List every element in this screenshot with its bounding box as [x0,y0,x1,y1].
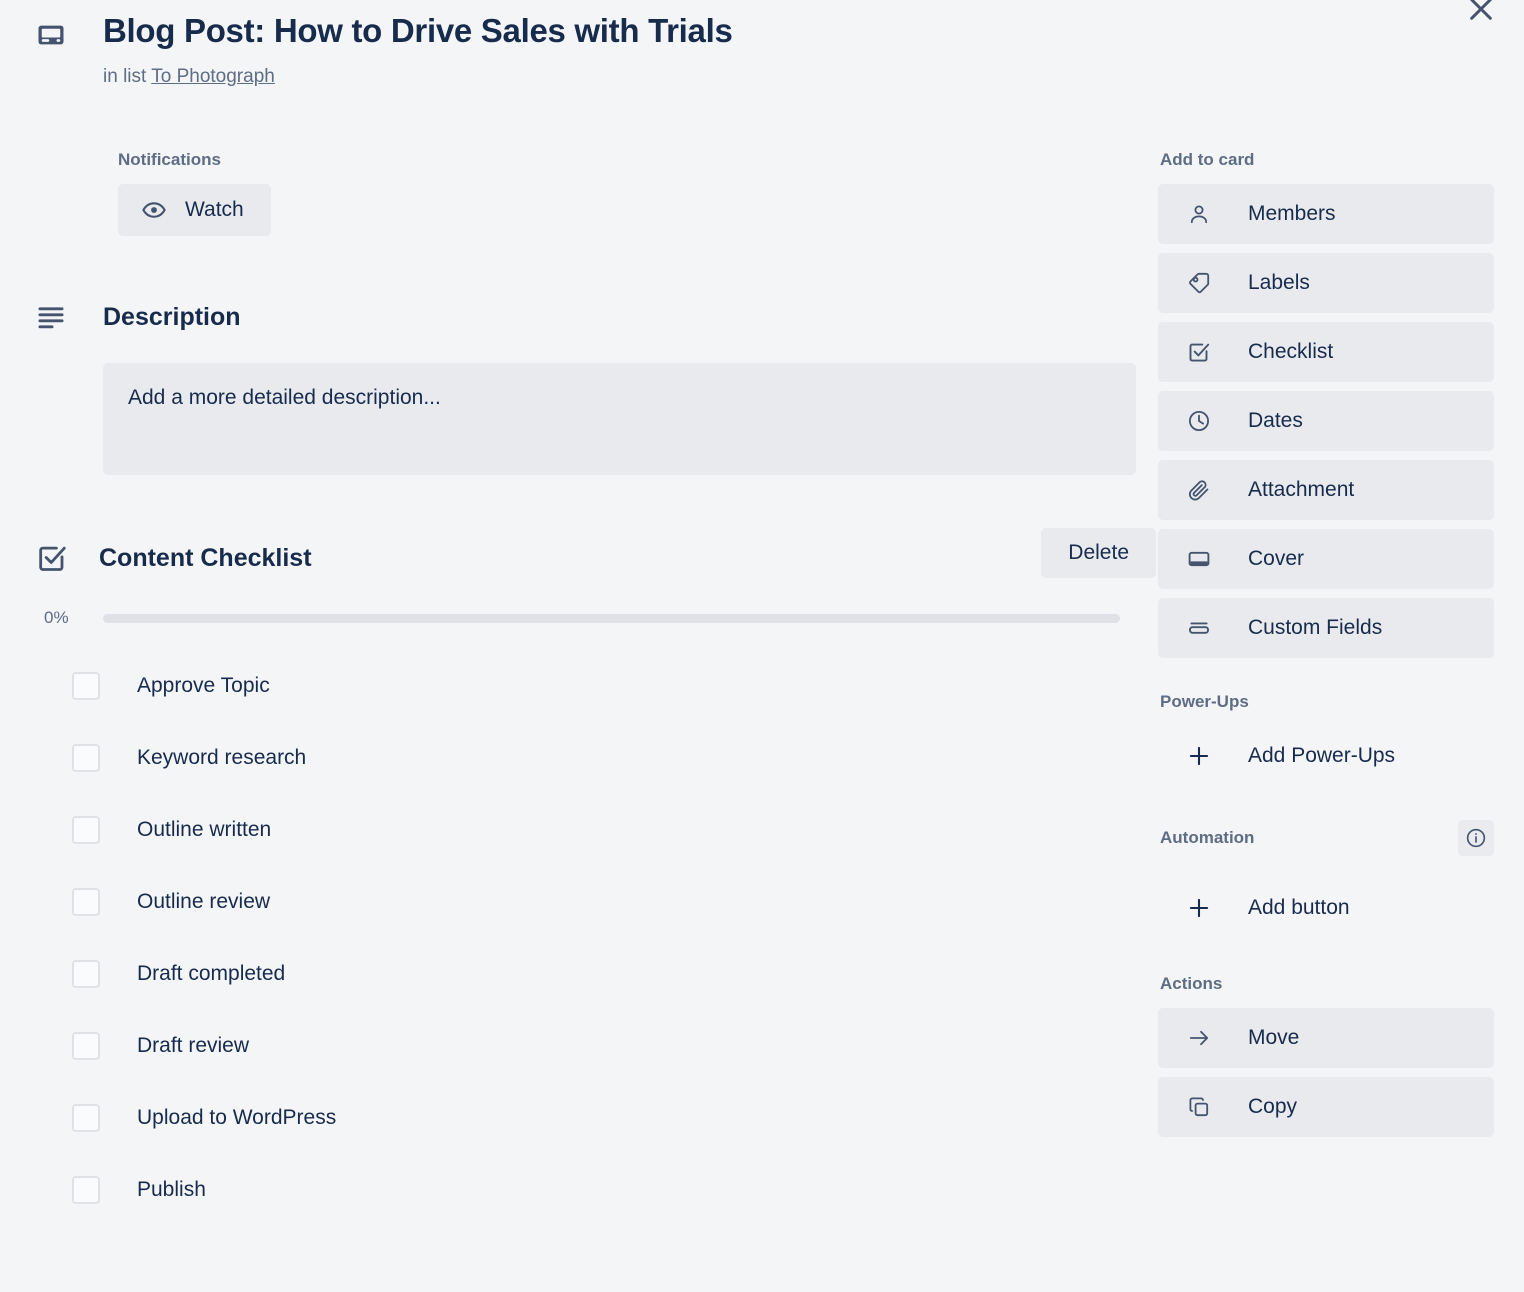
in-list-prefix: in list [103,66,147,87]
delete-checklist-button[interactable]: Delete [1041,528,1156,578]
list-item[interactable]: Publish [36,1154,1136,1226]
actions-group: Actions Move Copy [1158,974,1494,1137]
add-power-ups-button[interactable]: Add Power-Ups [1158,726,1494,786]
person-icon [1186,202,1212,226]
sidebar-item-label: Add Power-Ups [1248,744,1396,767]
automation-heading-row: Automation [1160,820,1494,856]
card-sidebar: Add to card Members Labels Checklist Dat… [1158,150,1494,1146]
plus-icon [1186,895,1212,921]
sidebar-item-labels[interactable]: Labels [1158,253,1494,313]
checklist-item-label: Outline review [137,890,271,913]
checklist-item-label: Publish [137,1178,206,1201]
list-item[interactable]: Upload to WordPress [36,1082,1136,1154]
eye-icon [141,197,167,223]
page-title: Blog Post: How to Drive Sales with Trial… [103,12,733,49]
checklist-item-checkbox[interactable] [72,888,100,916]
checklist-item-label: Draft review [137,1034,250,1057]
sidebar-item-label: Add button [1248,896,1350,919]
arrow-right-icon [1186,1026,1212,1050]
sidebar-item-checklist[interactable]: Checklist [1158,322,1494,382]
checklist-item-checkbox[interactable] [72,744,100,772]
checklist-item-checkbox[interactable] [72,1104,100,1132]
checklist-item-label: Upload to WordPress [137,1106,337,1129]
list-item[interactable]: Draft review [36,1010,1136,1082]
sidebar-item-custom-fields[interactable]: Custom Fields [1158,598,1494,658]
list-item[interactable]: Draft completed [36,938,1136,1010]
checklist-items: Approve Topic Keyword research Outline w… [36,650,1136,1226]
sidebar-item-label: Attachment [1248,478,1355,501]
checklist-item-label: Approve Topic [137,674,270,697]
description-heading: Description [103,302,241,331]
sidebar-item-cover[interactable]: Cover [1158,529,1494,589]
add-to-card-heading: Add to card [1160,150,1255,169]
power-ups-group: Power-Ups Add Power-Ups [1158,692,1494,786]
sidebar-item-label: Copy [1248,1095,1298,1118]
description-section: Description Add a more detailed descript… [36,302,1136,475]
close-icon [1465,0,1497,25]
clock-icon [1186,409,1212,433]
checklist-title: Content Checklist [99,543,312,572]
cover-icon [1186,547,1212,571]
description-lines-icon [36,302,72,332]
checklist-icon [1186,340,1212,364]
plus-icon [1186,743,1212,769]
paperclip-icon [1186,478,1212,502]
checklist-section: Content Checklist Delete 0% Approve Topi… [36,528,1156,1226]
tag-icon [1186,271,1212,295]
automation-heading: Automation [1160,828,1255,847]
notifications-label: Notifications [118,150,221,169]
sidebar-item-attachment[interactable]: Attachment [1158,460,1494,520]
checklist-item-label: Outline written [137,818,272,841]
sidebar-item-label: Checklist [1248,340,1334,363]
sidebar-item-members[interactable]: Members [1158,184,1494,244]
custom-fields-icon [1186,616,1212,640]
power-ups-heading: Power-Ups [1160,692,1249,711]
automation-group: Automation Add button [1158,820,1494,938]
checklist-item-checkbox[interactable] [72,672,100,700]
breadcrumb: in list To Photograph [36,64,1194,90]
checklist-item-checkbox[interactable] [72,1032,100,1060]
sidebar-item-copy[interactable]: Copy [1158,1077,1494,1137]
checklist-progress-label: 0% [44,608,69,627]
sidebar-item-label: Custom Fields [1248,616,1383,639]
sidebar-item-label: Cover [1248,547,1305,570]
add-automation-button[interactable]: Add button [1158,878,1494,938]
notifications-section: Notifications Watch [36,150,1136,236]
checklist-progress: 0% [36,608,1136,628]
card-cover-icon [36,20,72,50]
card-header: Blog Post: How to Drive Sales with Trial… [36,10,1194,90]
card-main-content: Notifications Watch Description Add a mo… [36,150,1156,1226]
list-item[interactable]: Outline review [36,866,1136,938]
list-item[interactable]: Outline written [36,794,1136,866]
list-link[interactable]: To Photograph [151,66,275,87]
copy-icon [1186,1095,1212,1119]
sidebar-item-move[interactable]: Move [1158,1008,1494,1068]
checklist-item-label: Draft completed [137,962,286,985]
close-dialog-button[interactable] [1458,0,1504,32]
description-input[interactable]: Add a more detailed description... [103,363,1136,475]
add-to-card-group: Add to card Members Labels Checklist Dat… [1158,150,1494,658]
list-item[interactable]: Approve Topic [36,650,1136,722]
list-item[interactable]: Keyword research [36,722,1136,794]
sidebar-item-label: Labels [1248,271,1310,294]
checklist-item-checkbox[interactable] [72,1176,100,1204]
sidebar-item-label: Dates [1248,409,1303,432]
checklist-item-checkbox[interactable] [72,816,100,844]
watch-button-label: Watch [185,198,244,221]
watch-button[interactable]: Watch [118,184,271,236]
sidebar-item-label: Move [1248,1026,1300,1049]
checklist-item-checkbox[interactable] [72,960,100,988]
checklist-icon [36,542,68,574]
automation-info-button[interactable] [1458,820,1494,856]
actions-heading: Actions [1160,974,1223,993]
checklist-item-label: Keyword research [137,746,307,769]
info-icon [1465,827,1487,849]
sidebar-item-dates[interactable]: Dates [1158,391,1494,451]
checklist-progress-track [103,613,1120,623]
sidebar-item-label: Members [1248,202,1336,225]
